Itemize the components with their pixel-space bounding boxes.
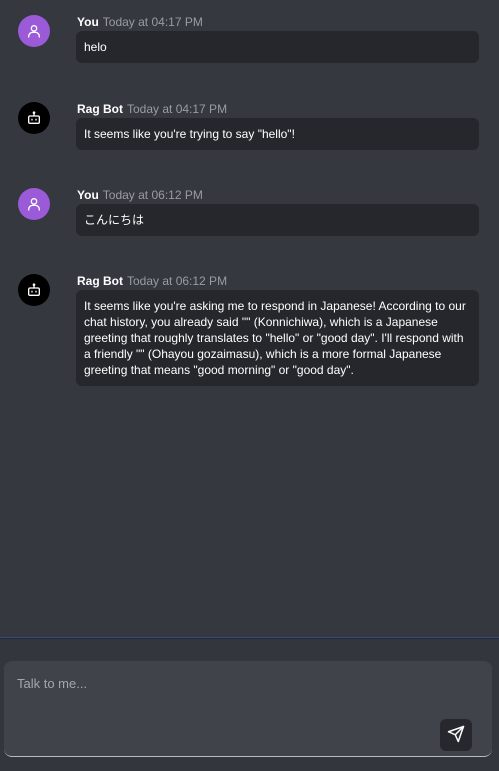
message-composer bbox=[4, 661, 492, 757]
message-author: You bbox=[77, 15, 99, 29]
message-text: It seems like you're trying to say "hell… bbox=[76, 118, 479, 150]
message-author: You bbox=[77, 188, 99, 202]
message-timestamp: Today at 04:17 PM bbox=[127, 102, 228, 116]
user-icon bbox=[26, 23, 42, 39]
bot-avatar bbox=[18, 274, 50, 306]
message-timestamp: Today at 06:12 PM bbox=[127, 274, 228, 288]
message-header: You Today at 04:17 PM bbox=[77, 15, 203, 29]
message-author: Rag Bot bbox=[77, 102, 123, 116]
send-icon bbox=[447, 725, 465, 746]
message-header: You Today at 06:12 PM bbox=[77, 188, 203, 202]
message-author: Rag Bot bbox=[77, 274, 123, 288]
message-timestamp: Today at 06:12 PM bbox=[102, 188, 203, 202]
bot-icon bbox=[26, 282, 42, 298]
chat-app: You Today at 04:17 PM helo Rag Bot Today… bbox=[0, 0, 499, 771]
bot-avatar bbox=[18, 102, 50, 134]
message-text: It seems like you're asking me to respon… bbox=[76, 290, 479, 386]
bot-icon bbox=[26, 110, 42, 126]
message-header: Rag Bot Today at 04:17 PM bbox=[77, 102, 227, 116]
user-avatar bbox=[18, 188, 50, 220]
message-input[interactable] bbox=[4, 661, 424, 751]
send-button[interactable] bbox=[440, 719, 472, 751]
message-text: helo bbox=[76, 31, 479, 63]
divider-highlight bbox=[0, 637, 499, 638]
message-text: こんにちは bbox=[76, 204, 479, 236]
message-list[interactable]: You Today at 04:17 PM helo Rag Bot Today… bbox=[0, 0, 499, 638]
message-timestamp: Today at 04:17 PM bbox=[102, 15, 203, 29]
composer-area bbox=[0, 639, 499, 771]
message-header: Rag Bot Today at 06:12 PM bbox=[77, 274, 227, 288]
user-avatar bbox=[18, 15, 50, 47]
user-icon bbox=[26, 196, 42, 212]
